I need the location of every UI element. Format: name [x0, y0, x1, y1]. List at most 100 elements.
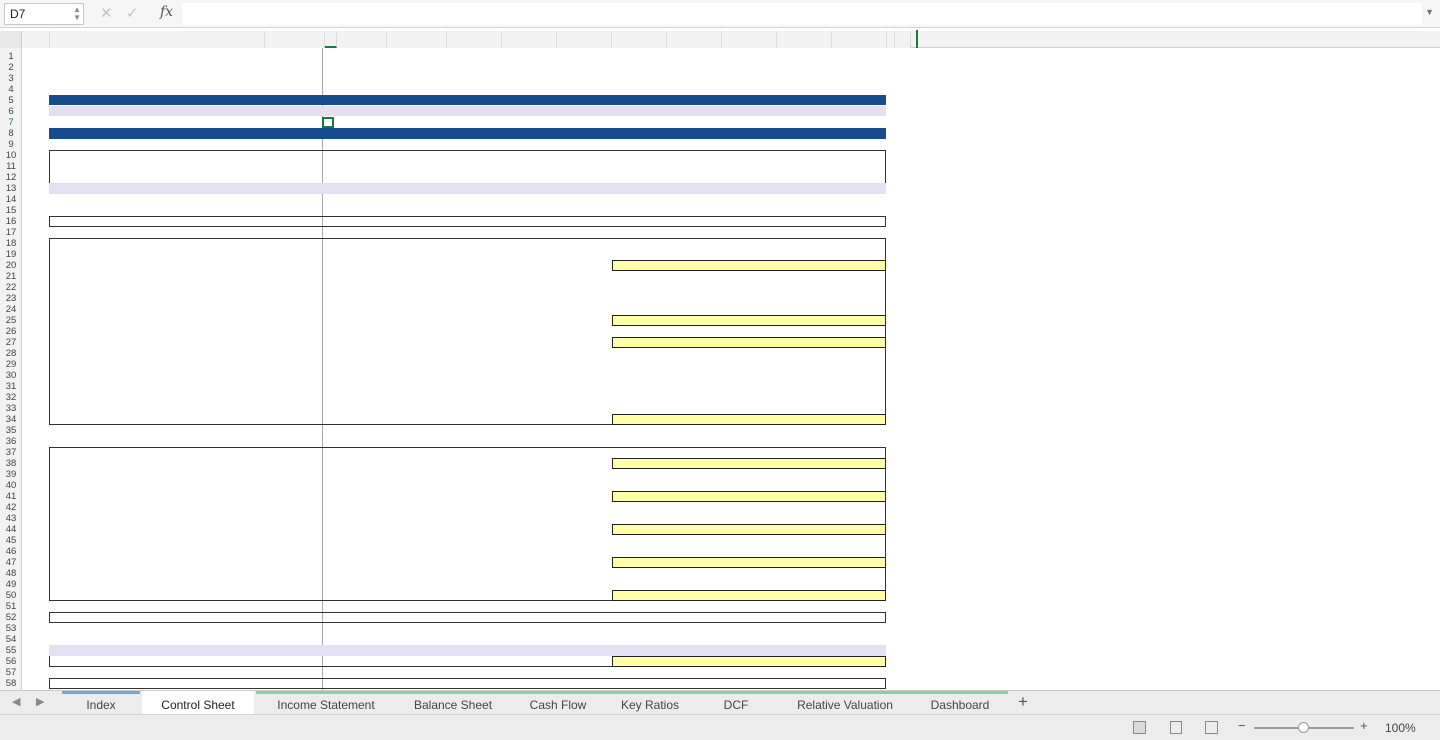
column-header-F[interactable]: [387, 31, 447, 48]
row-header-58[interactable]: 58: [0, 678, 22, 689]
row-header-25[interactable]: 25: [0, 315, 22, 326]
row-header-13[interactable]: 13: [0, 183, 22, 194]
tab-control-sheet[interactable]: Control Sheet: [142, 691, 254, 714]
row-header-3[interactable]: 3: [0, 73, 22, 84]
function-icon[interactable]: fx: [160, 4, 173, 20]
row-header-29[interactable]: 29: [0, 359, 22, 370]
column-header-E[interactable]: [337, 31, 387, 48]
forecast-input-band[interactable]: [612, 590, 886, 601]
column-header-K[interactable]: [667, 31, 722, 48]
row-header-22[interactable]: 22: [0, 282, 22, 293]
forecast-input-band[interactable]: [612, 260, 886, 271]
row-header-32[interactable]: 32: [0, 392, 22, 403]
column-header-N[interactable]: [832, 31, 887, 48]
row-header-9[interactable]: 9: [0, 139, 22, 150]
forecast-input-band[interactable]: [612, 337, 886, 348]
row-header-35[interactable]: 35: [0, 425, 22, 436]
column-header-H[interactable]: [502, 31, 557, 48]
column-header-M[interactable]: [777, 31, 832, 48]
forecast-input-band[interactable]: [612, 458, 886, 469]
forecast-input-band[interactable]: [612, 524, 886, 535]
row-header-5[interactable]: 5: [0, 95, 22, 106]
name-box[interactable]: D7 ▲ ▼: [4, 3, 84, 25]
formula-input[interactable]: [182, 3, 1422, 25]
selected-cell-D7[interactable]: [322, 117, 334, 128]
row-header-54[interactable]: 54: [0, 634, 22, 645]
row-header-11[interactable]: 11: [0, 161, 22, 172]
tab-index[interactable]: Index: [62, 691, 140, 714]
row-header-16[interactable]: 16: [0, 216, 22, 227]
column-header-D[interactable]: [325, 31, 337, 48]
row-header-15[interactable]: 15: [0, 205, 22, 216]
row-header-21[interactable]: 21: [0, 271, 22, 282]
tab-dashboard[interactable]: Dashboard: [912, 691, 1008, 714]
row-header-55[interactable]: 55: [0, 645, 22, 656]
row-header-28[interactable]: 28: [0, 348, 22, 359]
forecast-input-band[interactable]: [612, 414, 886, 425]
tab-relative-valuation[interactable]: Relative Valuation: [778, 691, 912, 714]
page-break-view-icon[interactable]: [1205, 721, 1218, 734]
column-header-O[interactable]: [887, 31, 895, 48]
row-header-7[interactable]: 7: [0, 117, 22, 128]
row-header-40[interactable]: 40: [0, 480, 22, 491]
zoom-out-button[interactable]: −: [1238, 718, 1246, 733]
row-header-42[interactable]: 42: [0, 502, 22, 513]
row-header-49[interactable]: 49: [0, 579, 22, 590]
row-header-36[interactable]: 36: [0, 436, 22, 447]
tab-income-statement[interactable]: Income Statement: [256, 691, 396, 714]
row-header-12[interactable]: 12: [0, 172, 22, 183]
row-header-38[interactable]: 38: [0, 458, 22, 469]
zoom-in-button[interactable]: +: [1360, 718, 1368, 733]
row-header-4[interactable]: 4: [0, 84, 22, 95]
column-header-B[interactable]: [50, 31, 265, 48]
row-header-19[interactable]: 19: [0, 249, 22, 260]
column-header-L[interactable]: [722, 31, 777, 48]
row-header-31[interactable]: 31: [0, 381, 22, 392]
formula-expand-icon[interactable]: ▼: [1425, 7, 1434, 17]
row-header-52[interactable]: 52: [0, 612, 22, 623]
tab-balance-sheet[interactable]: Balance Sheet: [396, 691, 510, 714]
row-header-24[interactable]: 24: [0, 304, 22, 315]
row-header-44[interactable]: 44: [0, 524, 22, 535]
forecast-input-band[interactable]: [612, 315, 886, 326]
cancel-icon[interactable]: ✕: [100, 4, 113, 22]
row-header-14[interactable]: 14: [0, 194, 22, 205]
forecast-input-band[interactable]: [612, 656, 886, 667]
column-header-P[interactable]: [895, 31, 911, 48]
row-header-20[interactable]: 20: [0, 260, 22, 271]
row-header-6[interactable]: 6: [0, 106, 22, 117]
row-header-47[interactable]: 47: [0, 557, 22, 568]
row-header-51[interactable]: 51: [0, 601, 22, 612]
name-box-stepper-icon[interactable]: ▲ ▼: [73, 6, 81, 22]
row-header-10[interactable]: 10: [0, 150, 22, 161]
forecast-input-band[interactable]: [612, 491, 886, 502]
row-header-8[interactable]: 8: [0, 128, 22, 139]
worksheet-grid[interactable]: 1 2 3 4 5 6 7 8 9 10 11 12 13 14 15 16 17 18 19 20 21 22 23 24 2…: [0, 28, 1440, 690]
row-header-34[interactable]: 34: [0, 414, 22, 425]
select-all-corner[interactable]: [0, 31, 22, 48]
row-header-46[interactable]: 46: [0, 546, 22, 557]
row-header-39[interactable]: 39: [0, 469, 22, 480]
row-header-30[interactable]: 30: [0, 370, 22, 381]
row-header-27[interactable]: 27: [0, 337, 22, 348]
column-header-A[interactable]: [22, 31, 50, 48]
row-header-45[interactable]: 45: [0, 535, 22, 546]
column-header-G[interactable]: [447, 31, 502, 48]
row-header-50[interactable]: 50: [0, 590, 22, 601]
row-header-53[interactable]: 53: [0, 623, 22, 634]
scroll-left-icon[interactable]: ◀: [12, 695, 20, 708]
column-header-C[interactable]: [265, 31, 325, 48]
forecast-input-band[interactable]: [612, 557, 886, 568]
tab-key-ratios[interactable]: Key Ratios: [606, 691, 694, 714]
row-header-37[interactable]: 37: [0, 447, 22, 458]
row-header-26[interactable]: 26: [0, 326, 22, 337]
column-header-J[interactable]: [612, 31, 667, 48]
tab-dcf[interactable]: DCF: [694, 691, 778, 714]
row-header-43[interactable]: 43: [0, 513, 22, 524]
row-header-56[interactable]: 56: [0, 656, 22, 667]
enter-icon[interactable]: ✓: [126, 4, 139, 22]
row-header-18[interactable]: 18: [0, 238, 22, 249]
tab-cash-flow[interactable]: Cash Flow: [510, 691, 606, 714]
add-sheet-button[interactable]: +: [1018, 692, 1028, 712]
normal-view-icon[interactable]: [1133, 721, 1146, 734]
